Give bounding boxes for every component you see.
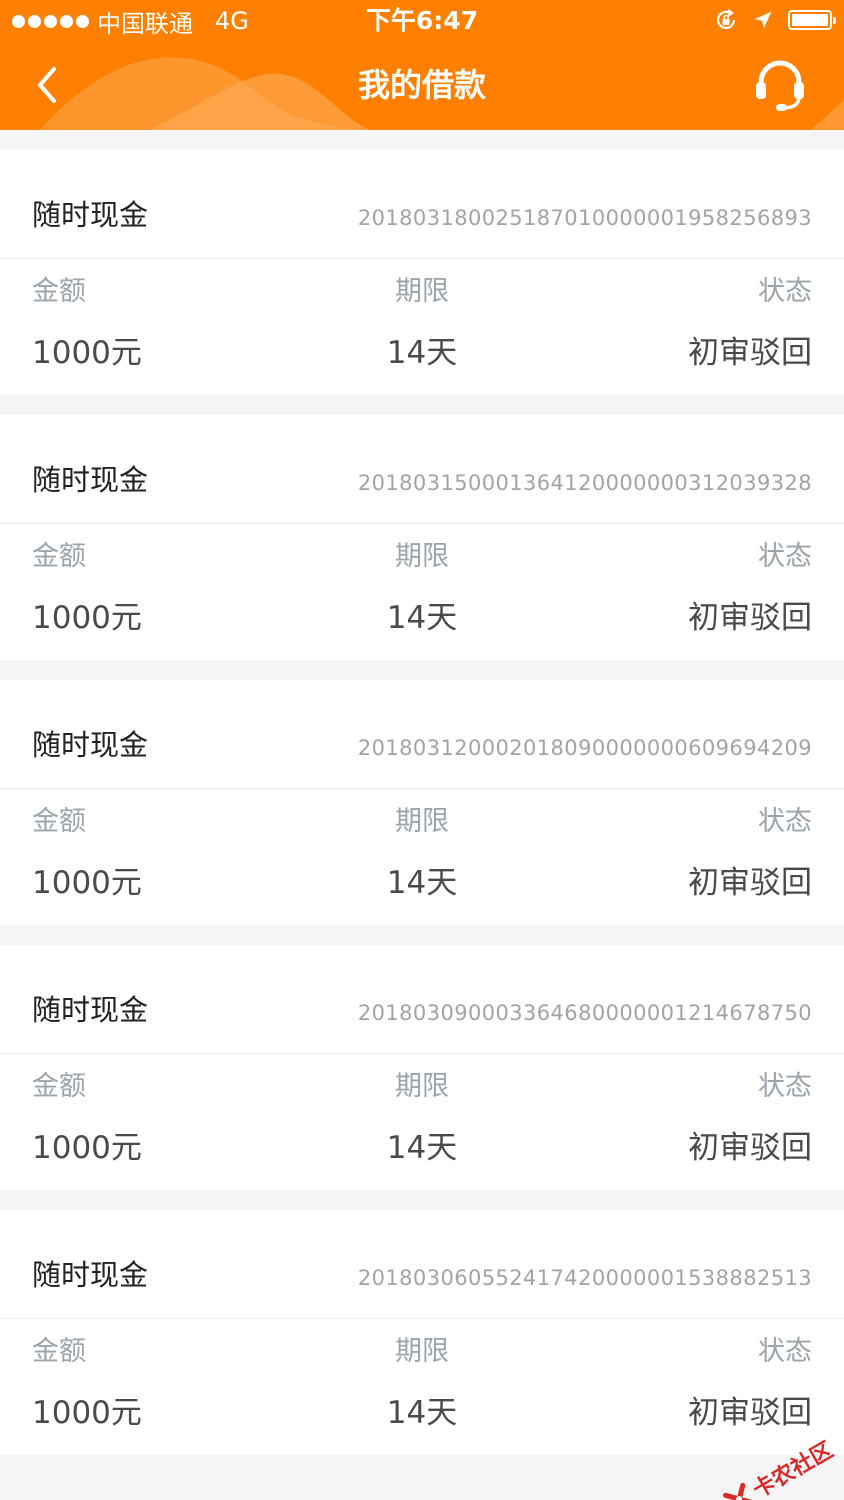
status-label: 状态 (758, 541, 812, 572)
loan-card[interactable]: 随时现金 201803060552417420000001538882513 金… (0, 1210, 844, 1455)
order-number: 201803090003364680000001214678750 (357, 1001, 812, 1025)
navigation-bar: 我的借款 (0, 44, 844, 130)
loan-card[interactable]: 随时现金 201803090003364680000001214678750 金… (0, 945, 844, 1190)
page-title: 我的借款 (357, 66, 486, 104)
status-label: 状态 (758, 276, 812, 307)
term-label: 期限 (395, 1071, 449, 1102)
loan-card-header: 随时现金 201803060552417420000001538882513 (0, 1210, 844, 1319)
rotation-lock-icon (716, 9, 736, 29)
loan-card[interactable]: 随时现金 201803120002018090000000609694209 金… (0, 680, 844, 925)
status-label: 状态 (758, 806, 812, 837)
customer-service-button[interactable] (750, 54, 810, 114)
product-name: 随时现金 (32, 728, 149, 762)
order-number: 201803120002018090000000609694209 (357, 736, 812, 760)
status-value: 初审驳回 (688, 335, 812, 371)
battery-icon (788, 10, 836, 30)
location-arrow-icon (754, 11, 772, 29)
loan-card-header: 随时现金 201803180025187010000001958256893 (0, 150, 844, 259)
loan-card[interactable]: 随时现金 201803180025187010000001958256893 金… (0, 150, 844, 395)
app-screen: 中国联通 4G 下午6:47 我的借款 随时现金 201803180025187… (0, 0, 844, 1500)
loan-card-header: 随时现金 201803090003364680000001214678750 (0, 945, 844, 1054)
order-number: 201803150001364120000000312039328 (357, 471, 812, 495)
status-label: 状态 (758, 1336, 812, 1367)
status-right (714, 8, 836, 32)
order-number: 201803180025187010000001958256893 (357, 206, 812, 230)
status-value: 初审驳回 (688, 1130, 812, 1166)
loan-card-header: 随时现金 201803120002018090000000609694209 (0, 680, 844, 789)
order-number: 201803060552417420000001538882513 (357, 1266, 812, 1290)
term-label: 期限 (395, 541, 449, 572)
product-name: 随时现金 (32, 993, 149, 1027)
product-name: 随时现金 (32, 198, 149, 232)
product-name: 随时现金 (32, 1258, 149, 1292)
status-label: 状态 (758, 1071, 812, 1102)
status-bar: 中国联通 4G 下午6:47 (0, 0, 844, 44)
header: 中国联通 4G 下午6:47 我的借款 (0, 0, 844, 130)
loan-card-header: 随时现金 201803150001364120000000312039328 (0, 415, 844, 524)
status-value: 初审驳回 (688, 600, 812, 636)
term-label: 期限 (395, 806, 449, 837)
term-label: 期限 (395, 276, 449, 307)
headset-icon (756, 60, 804, 111)
status-value: 初审驳回 (688, 865, 812, 901)
status-value: 初审驳回 (688, 1395, 812, 1431)
term-label: 期限 (395, 1336, 449, 1367)
loan-card[interactable]: 随时现金 201803150001364120000000312039328 金… (0, 415, 844, 660)
product-name: 随时现金 (32, 463, 149, 497)
